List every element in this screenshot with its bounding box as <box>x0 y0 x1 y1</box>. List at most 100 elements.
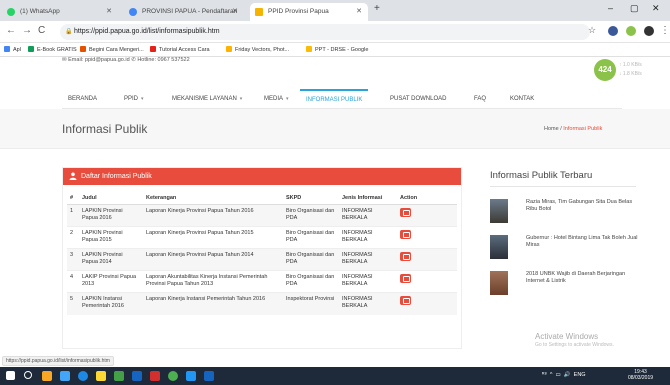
view-document-button[interactable] <box>400 274 411 283</box>
menu-beranda[interactable]: BERANDA <box>68 89 97 109</box>
clock[interactable]: 19:43 08/03/2019 <box>628 369 653 381</box>
word-icon[interactable] <box>204 371 214 381</box>
column-header: # <box>67 192 79 205</box>
breadcrumb: Home / Informasi Publik <box>544 126 602 132</box>
table-row: 3 LAPKIN Provinsi Papua 2014 Laporan Kin… <box>67 248 457 271</box>
bookmark-item[interactable]: Begini Cara Mengeri... <box>80 43 144 57</box>
news-thumbnail <box>490 199 508 223</box>
bookmark-item[interactable]: Tutorial Access Cara <box>150 43 210 57</box>
back-icon[interactable]: ← <box>6 25 16 36</box>
view-document-button[interactable] <box>400 252 411 261</box>
bookmark-item[interactable]: PPT - DRSE - Google <box>306 43 368 57</box>
cell-no: 5 <box>67 292 79 315</box>
tab-label: PPID Provinsi Papua <box>268 8 329 15</box>
table-row: 4 LAKIP Provinsi Papua 2013 Laporan Akun… <box>67 270 457 293</box>
close-icon[interactable]: ✕ <box>232 3 238 21</box>
cell-skpd: Biro Organisasi dan PDA <box>283 270 339 293</box>
bookmark-icon <box>226 46 232 52</box>
extension-icon[interactable] <box>626 26 636 36</box>
news-thumbnail <box>490 235 508 259</box>
news-item[interactable]: Gubernur : Hotel Bintang Lima Tak Boleh … <box>490 235 650 265</box>
chevron-down-icon: ▾ <box>141 96 144 102</box>
reload-icon[interactable]: C <box>38 25 45 36</box>
news-title[interactable]: Razia Miras, Tim Gabungan Sita Dua Belas… <box>526 199 644 213</box>
menu-media[interactable]: MEDIA ▾ <box>264 89 289 109</box>
menu-mekanisme-layanan[interactable]: MEKANISME LAYANAN ▾ <box>172 89 242 109</box>
chrome-icon[interactable] <box>168 371 178 381</box>
menu-informasi-publik[interactable]: INFORMASI PUBLIK <box>300 89 369 109</box>
edge-icon[interactable] <box>78 371 88 381</box>
view-document-button[interactable] <box>400 208 411 217</box>
windows-start-icon[interactable] <box>6 371 15 380</box>
bookmark-item[interactable]: Friday Vectors, Phot... <box>226 43 289 57</box>
bookmark-icon <box>28 46 34 52</box>
bookmarks-bar: Apl E-Book GRATIS Begini Cara Mengeri...… <box>0 43 670 57</box>
web-page: ✉ Email: ppid@papua.go.id ✆ Hotline: 096… <box>0 57 670 357</box>
cell-action <box>397 270 457 293</box>
extension-icon[interactable] <box>608 26 618 36</box>
app-icon[interactable] <box>132 371 142 381</box>
column-header: Judul <box>79 192 143 205</box>
search-icon[interactable] <box>24 371 32 379</box>
table-row: 1 LAPKIN Provinsi Papua 2016 Laporan Kin… <box>67 204 457 227</box>
close-icon[interactable]: ✕ <box>356 3 362 21</box>
cell-action <box>397 226 457 249</box>
new-tab-icon[interactable]: + <box>374 3 380 14</box>
close-icon[interactable]: ✕ <box>106 3 112 21</box>
news-title[interactable]: Gubernur : Hotel Bintang Lima Tak Boleh … <box>526 235 644 249</box>
tab-label: PROVINSI PAPUA - Pendaftaran <box>142 8 238 15</box>
breadcrumb-home[interactable]: Home <box>544 126 559 132</box>
cell-skpd: Biro Organisasi dan PDA <box>283 226 339 249</box>
menu-kontak[interactable]: KONTAK <box>510 89 534 109</box>
cell-skpd: Biro Organisasi dan PDA <box>283 204 339 227</box>
view-document-button[interactable] <box>400 296 411 305</box>
avatar[interactable] <box>644 26 654 36</box>
forward-icon[interactable]: → <box>22 25 32 36</box>
sidebar-title: Informasi Publik Terbaru <box>490 170 636 187</box>
maximize-icon[interactable]: ▢ <box>630 3 639 14</box>
star-icon[interactable]: ☆ <box>588 25 596 36</box>
menu-faq[interactable]: FAQ <box>474 89 486 109</box>
menu-pusat-download[interactable]: PUSAT DOWNLOAD <box>390 89 446 109</box>
table-row: 2 LAPKIN Provinsi Papua 2015 Laporan Kin… <box>67 226 457 249</box>
app-icon[interactable] <box>186 371 196 381</box>
sidebar: Informasi Publik Terbaru <box>490 170 636 187</box>
close-window-icon[interactable]: ✕ <box>652 3 660 14</box>
google-icon <box>129 8 137 16</box>
main-menu: BERANDA PPID ▾ MEKANISME LAYANAN ▾ MEDIA ▾ … <box>62 89 622 109</box>
menu-ppid[interactable]: PPID ▾ <box>124 89 144 109</box>
url-text: https://ppid.papua.go.id/list/informasip… <box>74 28 220 35</box>
cell-no: 2 <box>67 226 79 249</box>
news-item[interactable]: 2018 UNBK Wajib di Daerah Berjaringan In… <box>490 271 650 301</box>
bookmark-item[interactable]: E-Book GRATIS <box>28 43 77 57</box>
folder-icon[interactable] <box>96 371 106 381</box>
tab-pendaftaran[interactable]: PROVINSI PAPUA - Pendaftaran ✕ <box>124 3 244 21</box>
cell-no: 3 <box>67 248 79 271</box>
bookmark-icon <box>80 46 86 52</box>
status-bar: https://ppid.papua.go.id/list/informasip… <box>0 356 670 367</box>
google-drive-icon <box>306 46 312 52</box>
system-tray[interactable]: ᴿ⁸ ^ ▭ 🔊 ENG <box>542 372 586 378</box>
tab-whatsapp[interactable]: (1) WhatsApp ✕ <box>2 3 118 21</box>
url-input[interactable]: 🔒 https://ppid.papua.go.id/list/informas… <box>60 24 590 40</box>
news-item[interactable]: Razia Miras, Tim Gabungan Sita Dua Belas… <box>490 199 650 229</box>
news-title[interactable]: 2018 UNBK Wajib di Daerah Berjaringan In… <box>526 271 644 285</box>
tab-ppid[interactable]: PPID Provinsi Papua ✕ <box>250 3 368 21</box>
file-explorer-icon[interactable] <box>42 371 52 381</box>
app-icon[interactable] <box>60 371 70 381</box>
app-icon[interactable] <box>150 371 160 381</box>
cell-jenis: INFORMASI BERKALA <box>339 292 397 315</box>
bookmark-apps[interactable]: Apl <box>4 43 21 57</box>
app-icon[interactable] <box>114 371 124 381</box>
cell-no: 1 <box>67 204 79 227</box>
chevron-down-icon: ▾ <box>286 96 289 102</box>
column-header: Jenis Informasi <box>339 192 397 205</box>
cell-keterangan: Laporan Kinerja Instansi Pemerintah Tahu… <box>143 292 283 315</box>
cell-jenis: INFORMASI BERKALA <box>339 226 397 249</box>
view-document-button[interactable] <box>400 230 411 239</box>
menu-icon[interactable]: ⋮ <box>660 25 670 36</box>
cell-jenis: INFORMASI BERKALA <box>339 248 397 271</box>
cell-action <box>397 292 457 315</box>
upload-rate: ↑ 1.0 KB/s <box>619 62 642 68</box>
minimize-icon[interactable]: – <box>608 3 613 13</box>
